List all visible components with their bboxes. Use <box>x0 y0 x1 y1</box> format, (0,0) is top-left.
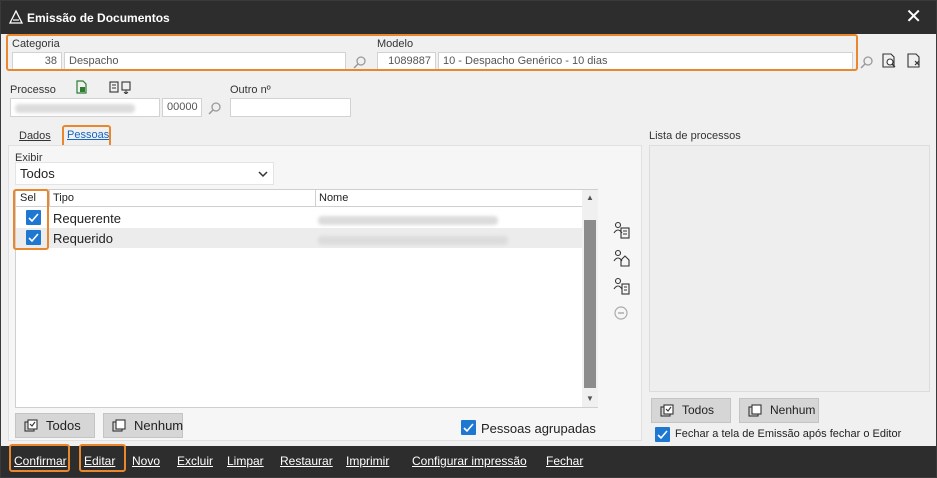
pessoas-nenhum-label: Nenhum <box>134 418 184 433</box>
lista-label: Lista de processos <box>649 130 741 142</box>
person-document-icon[interactable] <box>613 277 631 295</box>
lista-todos-label: Todos <box>682 403 715 417</box>
table-row[interactable]: Requerente <box>16 208 582 228</box>
app-logo-icon <box>9 10 23 24</box>
select-all-icon <box>24 419 38 432</box>
exibir-value: Todos <box>20 166 55 181</box>
check-icon <box>463 423 474 433</box>
processo-copy-icon[interactable] <box>109 80 133 94</box>
novo-button[interactable]: Novo <box>132 454 160 468</box>
scroll-up-icon[interactable]: ▲ <box>586 193 594 202</box>
check-icon <box>657 430 668 440</box>
scroll-down-icon[interactable]: ▼ <box>586 394 594 403</box>
sel-column-highlight <box>13 189 49 250</box>
lista-todos-button[interactable]: Todos <box>651 398 731 423</box>
footer-toolbar: Confirmar Editar Novo Excluir Limpar Res… <box>1 446 936 477</box>
chevron-down-icon <box>258 171 268 178</box>
pessoas-nenhum-button[interactable]: Nenhum <box>103 413 183 438</box>
exibir-select[interactable]: Todos <box>15 162 274 185</box>
configurar-impressao-button[interactable]: Configurar impressão <box>412 454 527 468</box>
scroll-thumb[interactable] <box>584 220 596 388</box>
select-all-icon <box>660 404 674 417</box>
select-none-icon <box>748 404 762 417</box>
lista-processos-box[interactable] <box>649 145 930 392</box>
window-title: Emissão de Documentos <box>27 11 170 25</box>
processo-number-field[interactable] <box>10 98 160 117</box>
restaurar-button[interactable]: Restaurar <box>280 454 333 468</box>
processo-search-icon[interactable] <box>208 101 222 115</box>
title-bar: Emissão de Documentos ✕ <box>1 1 936 34</box>
grid-scrollbar[interactable]: ▲ ▼ <box>582 190 598 407</box>
confirmar-highlight <box>9 444 70 472</box>
excluir-button[interactable]: Excluir <box>177 454 213 468</box>
select-none-icon <box>112 419 126 432</box>
header-highlight <box>6 34 858 71</box>
editar-highlight <box>79 444 126 472</box>
col-nome[interactable]: Nome <box>319 192 348 204</box>
close-icon[interactable]: ✕ <box>905 7 922 27</box>
processo-label: Processo <box>10 84 56 96</box>
pessoas-agrupadas-label: Pessoas agrupadas <box>481 421 596 436</box>
processo-doc-icon[interactable] <box>75 80 89 94</box>
view-model-icon[interactable] <box>906 53 922 69</box>
row-nome-redacted <box>318 213 498 228</box>
outro-label: Outro nº <box>230 84 271 96</box>
grid-header: Sel Tipo Nome <box>16 190 582 207</box>
tab-dados[interactable]: Dados <box>19 130 51 142</box>
fechar-button[interactable]: Fechar <box>546 454 583 468</box>
emissao-window: Emissão de Documentos ✕ Categoria 38 Des… <box>0 0 937 478</box>
limpar-button[interactable]: Limpar <box>227 454 264 468</box>
row-tipo: Requerente <box>53 211 121 226</box>
remove-person-icon[interactable] <box>613 304 631 322</box>
fechar-tela-label: Fechar a tela de Emissão após fechar o E… <box>675 428 902 440</box>
pessoas-todos-button[interactable]: Todos <box>15 413 95 438</box>
pessoas-todos-label: Todos <box>46 418 81 433</box>
table-row[interactable]: Requerido <box>16 228 582 248</box>
pessoas-agrupadas-checkbox[interactable] <box>461 420 476 435</box>
search-model-icon[interactable] <box>881 53 897 69</box>
row-nome-redacted <box>318 233 508 248</box>
lista-nenhum-button[interactable]: Nenhum <box>739 398 819 423</box>
col-tipo[interactable]: Tipo <box>53 192 74 204</box>
modelo-search-icon[interactable] <box>860 55 874 69</box>
row-tipo: Requerido <box>53 231 113 246</box>
outro-field[interactable] <box>230 98 351 117</box>
processo-suffix-field[interactable]: 00000 <box>162 98 202 117</box>
lista-nenhum-label: Nenhum <box>770 403 816 417</box>
fechar-tela-checkbox[interactable] <box>655 427 670 442</box>
col-divider <box>49 190 50 207</box>
imprimir-button[interactable]: Imprimir <box>346 454 389 468</box>
add-person-icon[interactable] <box>613 221 631 239</box>
pessoas-grid: Sel Tipo Nome Requerente Requerido ▲ ▼ <box>15 189 598 408</box>
col-divider <box>315 190 316 207</box>
person-address-icon[interactable] <box>613 249 631 267</box>
